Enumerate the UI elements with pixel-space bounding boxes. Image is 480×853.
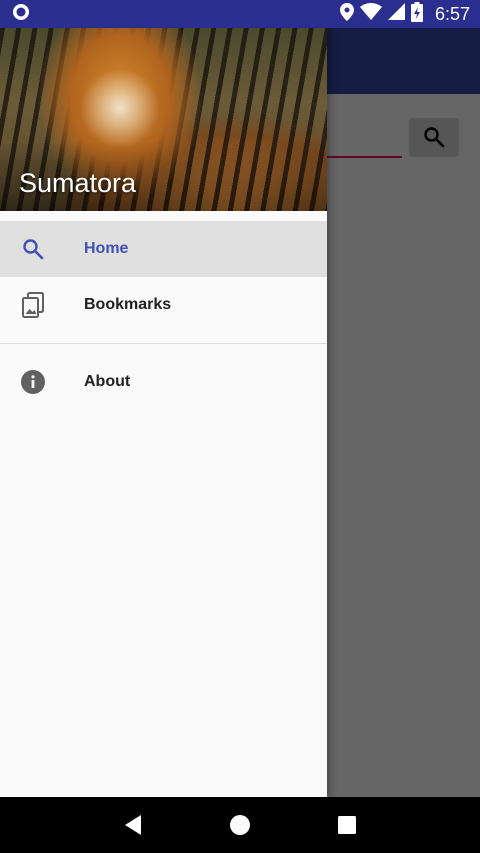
drawer-header-image: Sumatora [0,28,327,211]
recents-icon [337,816,356,834]
cell-signal-icon [387,3,405,25]
drawer-menu: Home Bookmarks About [0,221,327,410]
drawer-item-label: Bookmarks [84,296,172,313]
drawer-item-about[interactable]: About [0,354,327,410]
tiger-photo [80,68,160,148]
home-icon [229,815,250,835]
system-nav-bar [0,797,480,853]
info-icon [20,369,46,395]
battery-charging-icon [410,1,423,27]
back-icon [125,815,142,835]
recents-button[interactable] [327,805,367,845]
location-pin-icon [339,2,354,26]
back-button[interactable] [113,805,153,845]
drawer-item-label: About [84,373,131,390]
navigation-drawer: Sumatora Home Bookmarks About [0,28,327,797]
menu-divider [0,343,327,344]
search-icon [20,236,46,262]
status-bar: 6:57 [0,0,480,28]
bookmarks-icon [20,292,46,318]
home-button[interactable] [220,805,260,845]
sync-circle-icon [12,3,30,26]
drawer-item-home[interactable]: Home [0,221,327,277]
drawer-item-label: Home [84,240,129,257]
wifi-icon [359,3,382,25]
status-time: 6:57 [434,3,470,24]
drawer-item-bookmarks[interactable]: Bookmarks [0,277,327,333]
drawer-title: Sumatora [19,168,137,198]
